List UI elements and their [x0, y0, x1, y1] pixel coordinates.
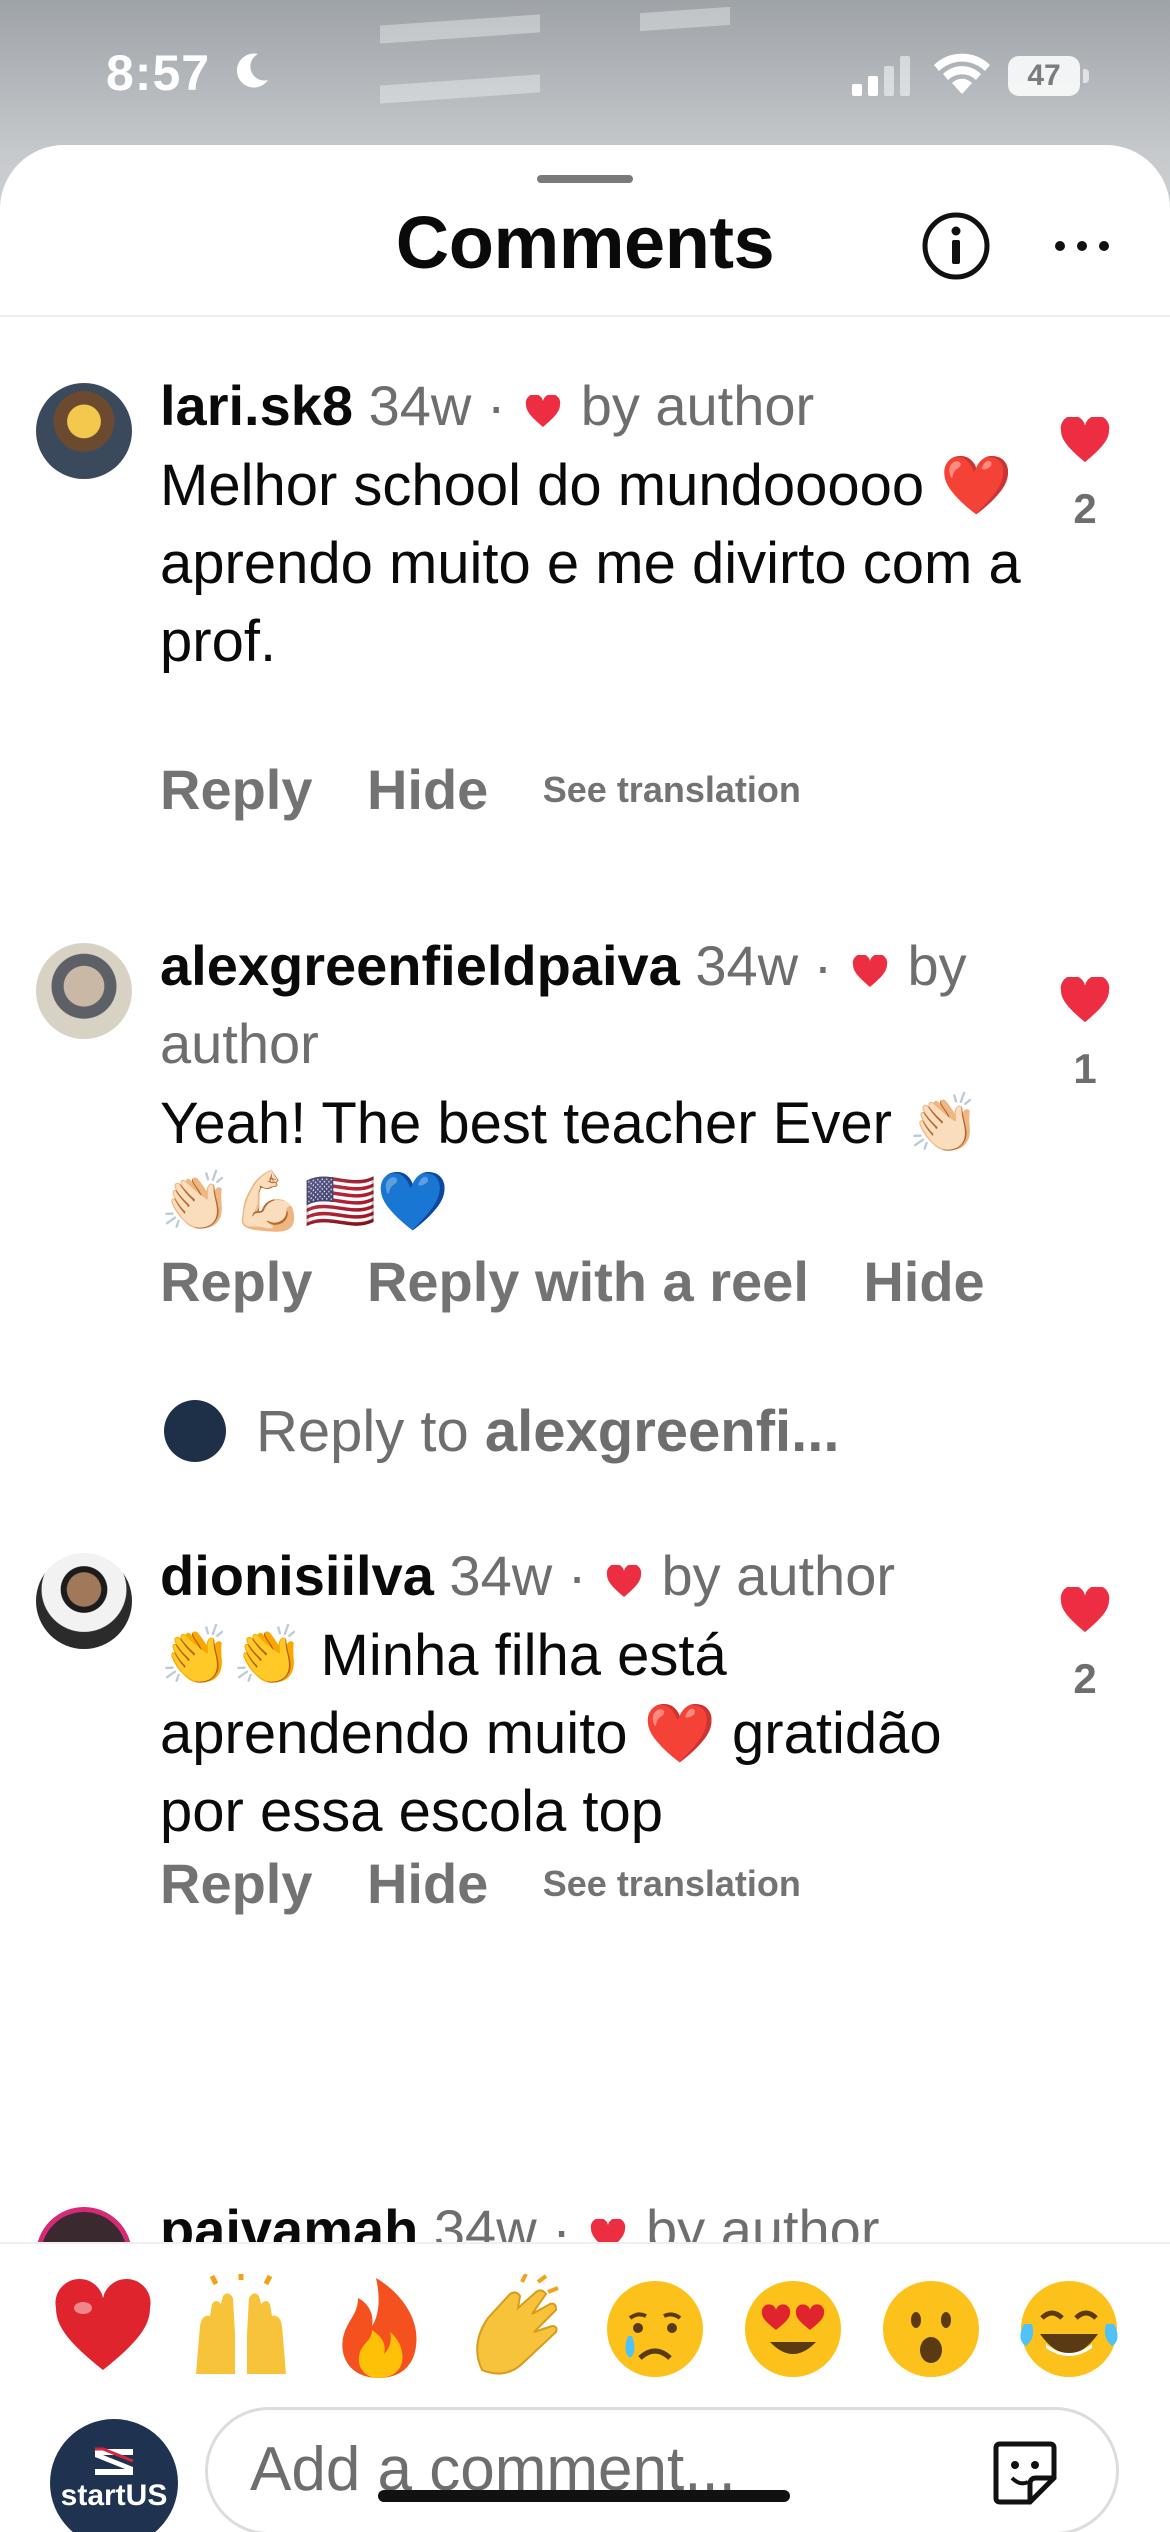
reaction-clapping-icon[interactable] [462, 2274, 572, 2384]
comment-item: paivamah 34w · by author [0, 2197, 1170, 2242]
comment-item: lari.sk8 34w · by author Melhor school d… [0, 317, 1170, 877]
by-author-label: by author [645, 2198, 880, 2242]
author-liked-heart-icon [591, 2219, 626, 2242]
comment-text: Melhor school do mundooooo ❤️ aprendo mu… [160, 453, 1021, 674]
home-indicator[interactable] [378, 2490, 790, 2502]
by-author-label: by author [580, 374, 815, 437]
sticker-icon[interactable] [990, 2438, 1060, 2508]
like-button[interactable]: 1 [1055, 977, 1115, 1093]
reply-to-label: Reply to [256, 1399, 485, 1464]
status-bar: 8:57 47 [0, 0, 1170, 140]
author-liked-heart-icon [606, 1565, 642, 1597]
comment-text: Yeah! The best teacher Ever 👏🏻👏🏻💪🏻🇺🇸💙 [160, 1091, 981, 1234]
heart-filled-icon[interactable] [1059, 1587, 1111, 1635]
reaction-fire-icon[interactable] [324, 2274, 434, 2384]
comment-composer-area: startUS Add a comment... [0, 2242, 1170, 2532]
comments-sheet: Comments lari.sk8 34w · by author Melhor… [0, 145, 1170, 2532]
comment-age: 34w [695, 934, 799, 997]
moon-icon [236, 53, 268, 88]
avatar[interactable] [36, 1553, 132, 1649]
cellular-signal-icon [852, 56, 910, 96]
comment-age: 34w [433, 2198, 537, 2242]
like-count: 1 [1073, 1045, 1097, 1092]
comment-age: 34w [368, 374, 472, 437]
avatar[interactable] [36, 943, 132, 1039]
comment-username[interactable]: paivamah [160, 2198, 418, 2242]
like-count: 2 [1073, 485, 1097, 532]
reply-thread-prompt[interactable]: Reply to alexgreenfi... [160, 1392, 1060, 1472]
reply-to-username: alexgreenfi... [484, 1399, 840, 1464]
like-button[interactable]: 2 [1055, 1587, 1115, 1703]
reply-with-reel-button[interactable]: Reply with a reel [367, 1249, 809, 1314]
comment-item: alexgreenfieldpaiva 34w · by author Yeah… [0, 877, 1170, 1464]
heart-filled-icon[interactable] [1059, 417, 1111, 465]
like-button[interactable]: 2 [1055, 417, 1115, 533]
comment-username[interactable]: alexgreenfieldpaiva [160, 934, 680, 997]
info-icon[interactable] [920, 210, 992, 282]
comment-item: dionisiilva 34w · by author 👏👏 Minha fil… [0, 1487, 1170, 2007]
battery-icon: 47 [1008, 56, 1090, 96]
reaction-crying-face-icon[interactable] [600, 2274, 710, 2384]
author-liked-heart-icon [525, 395, 561, 427]
reaction-tears-of-joy-icon[interactable] [1014, 2274, 1124, 2384]
hide-button[interactable]: Hide [863, 1249, 984, 1314]
see-translation-button[interactable]: See translation [543, 1863, 801, 1905]
reaction-heart-icon[interactable] [48, 2274, 158, 2384]
reaction-surprised-face-icon[interactable] [876, 2274, 986, 2384]
avatar [164, 1400, 226, 1462]
reply-button[interactable]: Reply [160, 1249, 313, 1314]
see-translation-button[interactable]: See translation [543, 769, 801, 811]
avatar[interactable] [36, 2207, 132, 2242]
comment-input[interactable]: Add a comment... [205, 2407, 1119, 2532]
page-title: Comments [395, 201, 775, 284]
author-liked-heart-icon [852, 955, 888, 987]
heart-filled-icon[interactable] [1059, 977, 1111, 1025]
wifi-icon [934, 53, 990, 94]
hide-button[interactable]: Hide [367, 1851, 488, 1916]
comment-age: 34w [449, 1544, 553, 1607]
by-author-label: by author [661, 1544, 896, 1607]
battery-level: 47 [1008, 56, 1080, 96]
comment-username[interactable]: lari.sk8 [160, 374, 353, 437]
hide-button[interactable]: Hide [367, 757, 488, 822]
status-time: 8:57 [106, 45, 211, 101]
comments-list[interactable]: lari.sk8 34w · by author Melhor school d… [0, 317, 1170, 2242]
reply-button[interactable]: Reply [160, 1851, 313, 1916]
avatar-brand-text: startUS [60, 2479, 168, 2512]
reply-button[interactable]: Reply [160, 757, 313, 822]
comment-username[interactable]: dionisiilva [160, 1544, 434, 1607]
reaction-raised-hands-icon[interactable] [186, 2274, 296, 2384]
avatar[interactable] [36, 383, 132, 479]
more-options-icon[interactable] [1052, 235, 1112, 257]
current-user-avatar[interactable]: startUS [50, 2419, 178, 2532]
sheet-grabber[interactable] [537, 175, 633, 183]
like-count: 2 [1073, 1655, 1097, 1702]
comment-text: 👏👏 Minha filha está aprendendo muito ❤️ … [160, 1623, 942, 1844]
quick-reactions [0, 2274, 1170, 2384]
reaction-heart-eyes-icon[interactable] [738, 2274, 848, 2384]
brand-logo-icon [95, 2447, 134, 2475]
